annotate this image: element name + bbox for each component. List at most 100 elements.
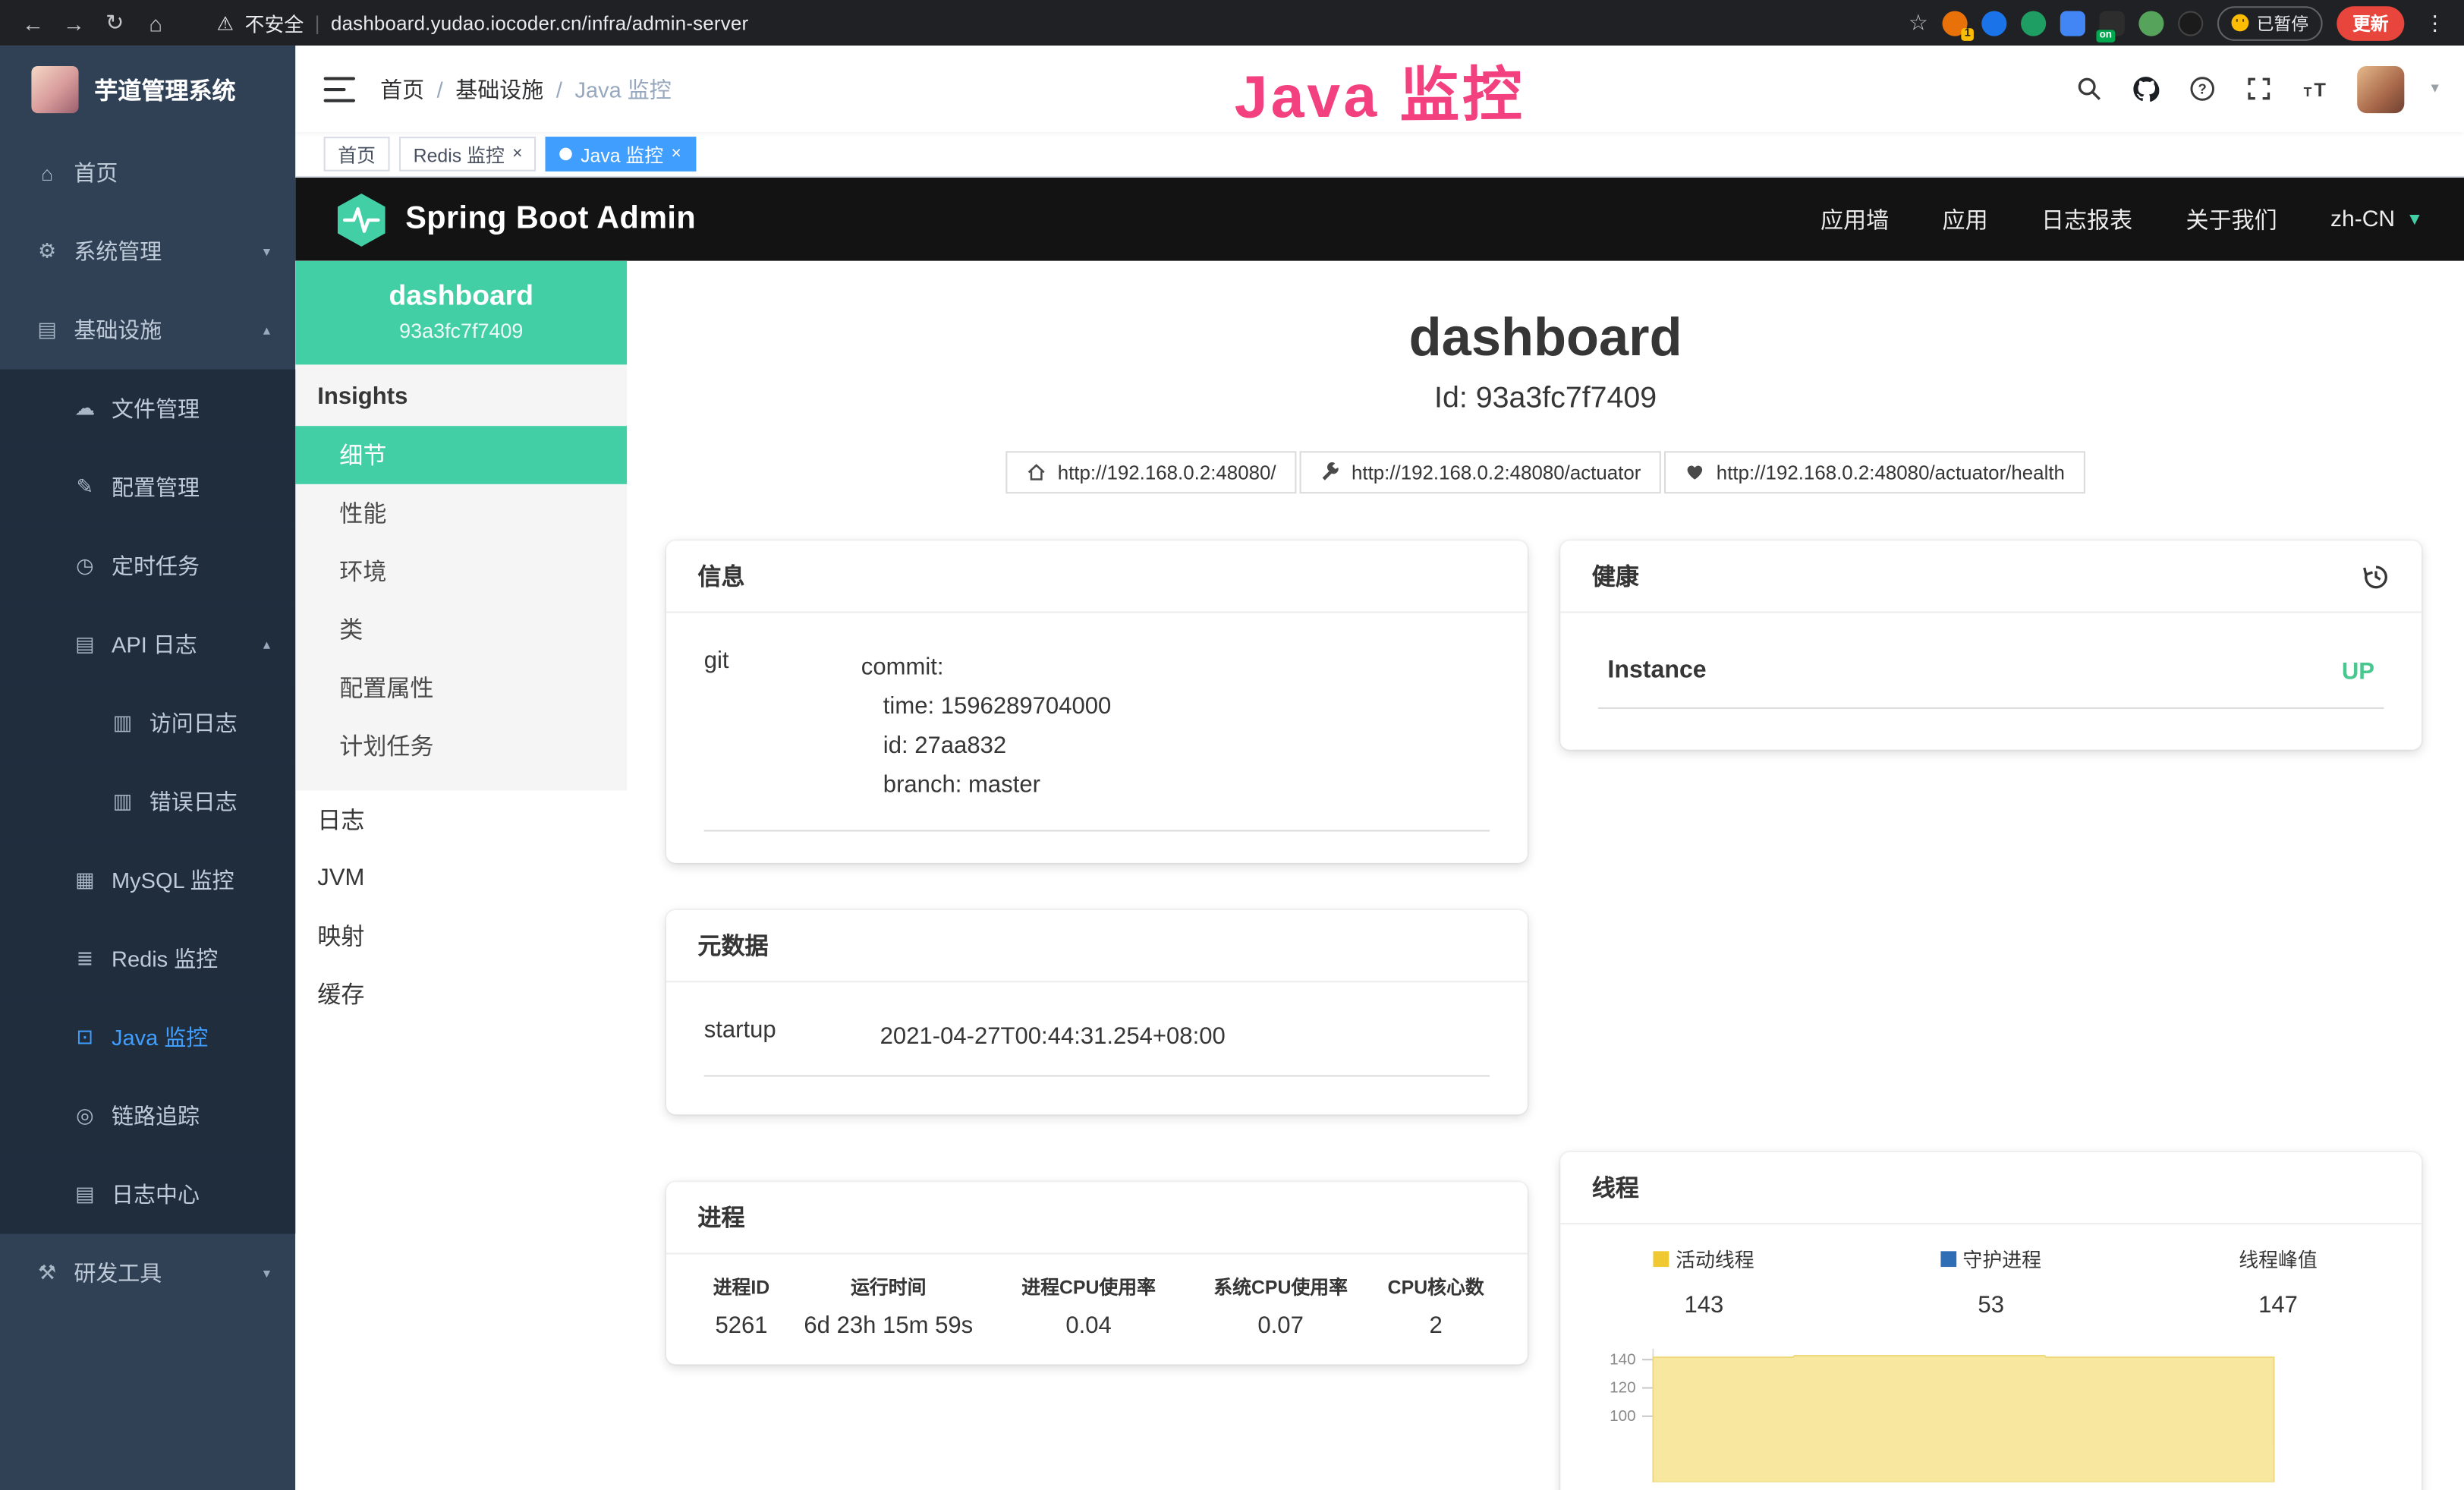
bookmark-star-icon[interactable]: ☆ <box>1909 9 1928 36</box>
chrome-right-cluster: ☆ 1 on 已暂停 更新 ⋮ <box>1909 5 2452 40</box>
sidebar-item-error-log[interactable]: ▥ 错误日志 <box>0 762 295 841</box>
sba-item-scheduled-tasks[interactable]: 计划任务 <box>295 717 627 775</box>
back-button[interactable]: ← <box>13 10 54 35</box>
process-cores-value: 2 <box>1367 1312 1506 1339</box>
actuator-url-link[interactable]: http://192.168.0.2:48080/actuator <box>1300 452 1662 494</box>
collapse-sidebar-icon[interactable] <box>324 76 355 101</box>
legend-label: 活动线程 <box>1676 1243 1754 1273</box>
extension-icon-puzzle[interactable] <box>2178 10 2203 35</box>
gear-icon: ⚙ <box>35 239 60 264</box>
sba-nav-applications[interactable]: 应用 <box>1943 203 1988 235</box>
sidebar-item-infrastructure[interactable]: ▤ 基础设施 ▴ <box>0 291 295 370</box>
extension-icon-dark[interactable]: on <box>2100 10 2125 35</box>
sidebar-item-dev-tools[interactable]: ⚒ 研发工具 ▾ <box>0 1234 295 1313</box>
access-log-icon: ▥ <box>110 710 135 736</box>
sba-item-config-props[interactable]: 配置属性 <box>295 659 627 717</box>
help-icon[interactable]: ? <box>2187 74 2217 103</box>
search-icon[interactable] <box>2074 74 2104 103</box>
threads-card: 线程 活动线程 143 守护进程 53 <box>1560 1152 2422 1490</box>
extension-icon-blue-drop[interactable] <box>1981 10 2006 35</box>
sba-item-beans[interactable]: 类 <box>295 600 627 659</box>
extension-icon-green-circle[interactable] <box>2021 10 2046 35</box>
sba-item-metrics[interactable]: 性能 <box>295 484 627 543</box>
breadcrumb-home[interactable]: 首页 <box>380 73 424 104</box>
link-label: http://192.168.0.2:48080/actuator <box>1352 461 1641 484</box>
peak-threads-value: 147 <box>2135 1292 2422 1318</box>
chevron-down-icon: ▾ <box>263 1265 270 1282</box>
sba-nav-wallboard[interactable]: 应用墙 <box>1820 203 1889 235</box>
tab-home[interactable]: 首页 <box>324 137 390 172</box>
svg-text:140: 140 <box>1610 1351 1636 1369</box>
sba-item-caches[interactable]: 缓存 <box>295 965 627 1023</box>
sidebar-item-redis-monitor[interactable]: ≣ Redis 监控 <box>0 919 295 998</box>
reload-button[interactable]: ↻ <box>94 9 135 36</box>
avatar-caret-icon[interactable]: ▾ <box>2431 80 2438 98</box>
history-icon[interactable] <box>2362 562 2390 591</box>
sidebar-item-scheduled-task[interactable]: ◷ 定时任务 <box>0 527 295 606</box>
sba-nav-about[interactable]: 关于我们 <box>2186 203 2277 235</box>
sba-nav-journal[interactable]: 日志报表 <box>2041 203 2132 235</box>
threads-area-chart: 140 120 100 <box>1573 1341 2390 1482</box>
link-label: http://192.168.0.2:48080/ <box>1058 461 1276 484</box>
address-bar[interactable]: ⚠ 不安全 | dashboard.yudao.iocoder.cn/infra… <box>217 8 1909 37</box>
home-button[interactable]: ⌂ <box>135 10 176 35</box>
sidebar-item-trace[interactable]: ◎ 链路追踪 <box>0 1076 295 1155</box>
sba-item-mappings[interactable]: 映射 <box>295 907 627 966</box>
sidebar-item-system-management[interactable]: ⚙ 系统管理 ▾ <box>0 213 295 291</box>
paused-badge-label: 已暂停 <box>2257 10 2308 35</box>
sidebar-item-java-monitor[interactable]: ⊡ Java 监控 <box>0 998 295 1077</box>
breadcrumb-separator: / <box>437 76 443 101</box>
chrome-menu-icon[interactable]: ⋮ <box>2418 10 2451 35</box>
sidebar-item-file-management[interactable]: ☁ 文件管理 <box>0 370 295 449</box>
extension-icon-orange[interactable]: 1 <box>1943 10 1968 35</box>
process-col-sys-cpu: 系统CPU使用率 <box>1195 1274 1367 1300</box>
chrome-update-button[interactable]: 更新 <box>2337 5 2404 40</box>
sidebar-item-access-log[interactable]: ▥ 访问日志 <box>0 684 295 763</box>
forward-button[interactable]: → <box>53 10 94 35</box>
active-threads-value: 143 <box>1560 1292 1847 1318</box>
tab-redis-monitor[interactable]: Redis 监控 × <box>399 137 537 172</box>
fullscreen-icon[interactable] <box>2244 74 2274 103</box>
sba-item-loggers[interactable]: 日志 <box>295 791 627 849</box>
user-avatar[interactable] <box>2357 65 2404 112</box>
sidebar-item-api-log[interactable]: ▤ API 日志 ▴ <box>0 605 295 684</box>
tab-java-monitor[interactable]: Java 监控 × <box>546 137 696 172</box>
service-url-link[interactable]: http://192.168.0.2:48080/ <box>1005 452 1296 494</box>
sidebar-item-log-center[interactable]: ▤ 日志中心 <box>0 1155 295 1234</box>
paused-badge[interactable]: 已暂停 <box>2217 5 2323 40</box>
sba-item-jvm[interactable]: JVM <box>295 849 627 907</box>
url-text[interactable]: dashboard.yudao.iocoder.cn/infra/admin-s… <box>331 12 748 34</box>
sidebar-item-home[interactable]: ⌂ 首页 <box>0 134 295 213</box>
handwritten-annotation: Java 监控 <box>1234 46 1525 134</box>
github-icon[interactable] <box>2131 74 2160 103</box>
locale-selector[interactable]: zh-CN ▼ <box>2330 206 2423 232</box>
sidebar-item-config-management[interactable]: ✎ 配置管理 <box>0 448 295 527</box>
app-logo-row[interactable]: 芋道管理系统 <box>0 46 295 134</box>
redis-monitor-icon: ≣ <box>72 947 97 972</box>
font-size-icon[interactable]: TT <box>2301 74 2330 103</box>
app-title: 芋道管理系统 <box>94 73 235 106</box>
extension-icon-grid[interactable] <box>2060 10 2085 35</box>
breadcrumb-infrastructure[interactable]: 基础设施 <box>455 73 543 104</box>
document-icon: ▤ <box>72 632 97 657</box>
metadata-key: startup <box>704 1017 880 1057</box>
home-icon <box>1026 462 1046 483</box>
sidebar-item-mysql-monitor[interactable]: ▦ MySQL 监控 <box>0 841 295 920</box>
process-card-title: 进程 <box>697 1201 744 1233</box>
sba-item-details[interactable]: 细节 <box>295 426 627 484</box>
cloud-icon: ☁ <box>72 396 97 421</box>
info-card: 信息 git commit: time: 1596289704000 id: 2… <box>666 541 1528 864</box>
instance-header[interactable]: dashboard 93a3fc7f7409 <box>295 261 627 365</box>
chevron-down-icon: ▾ <box>263 243 270 260</box>
sidebar-item-label: 链路追踪 <box>112 1101 200 1132</box>
close-tab-icon[interactable]: × <box>672 146 681 163</box>
svg-text:100: 100 <box>1610 1407 1636 1425</box>
close-tab-icon[interactable]: × <box>512 146 522 163</box>
heart-icon <box>1685 462 1705 483</box>
extension-icon-leaf[interactable] <box>2138 10 2163 35</box>
process-uptime-value: 6d 23h 15m 59s <box>795 1312 983 1339</box>
sba-item-environment[interactable]: 环境 <box>295 542 627 600</box>
breadcrumb-separator: / <box>556 76 562 101</box>
security-label[interactable]: 不安全 <box>245 8 304 37</box>
health-url-link[interactable]: http://192.168.0.2:48080/actuator/health <box>1664 452 2085 494</box>
